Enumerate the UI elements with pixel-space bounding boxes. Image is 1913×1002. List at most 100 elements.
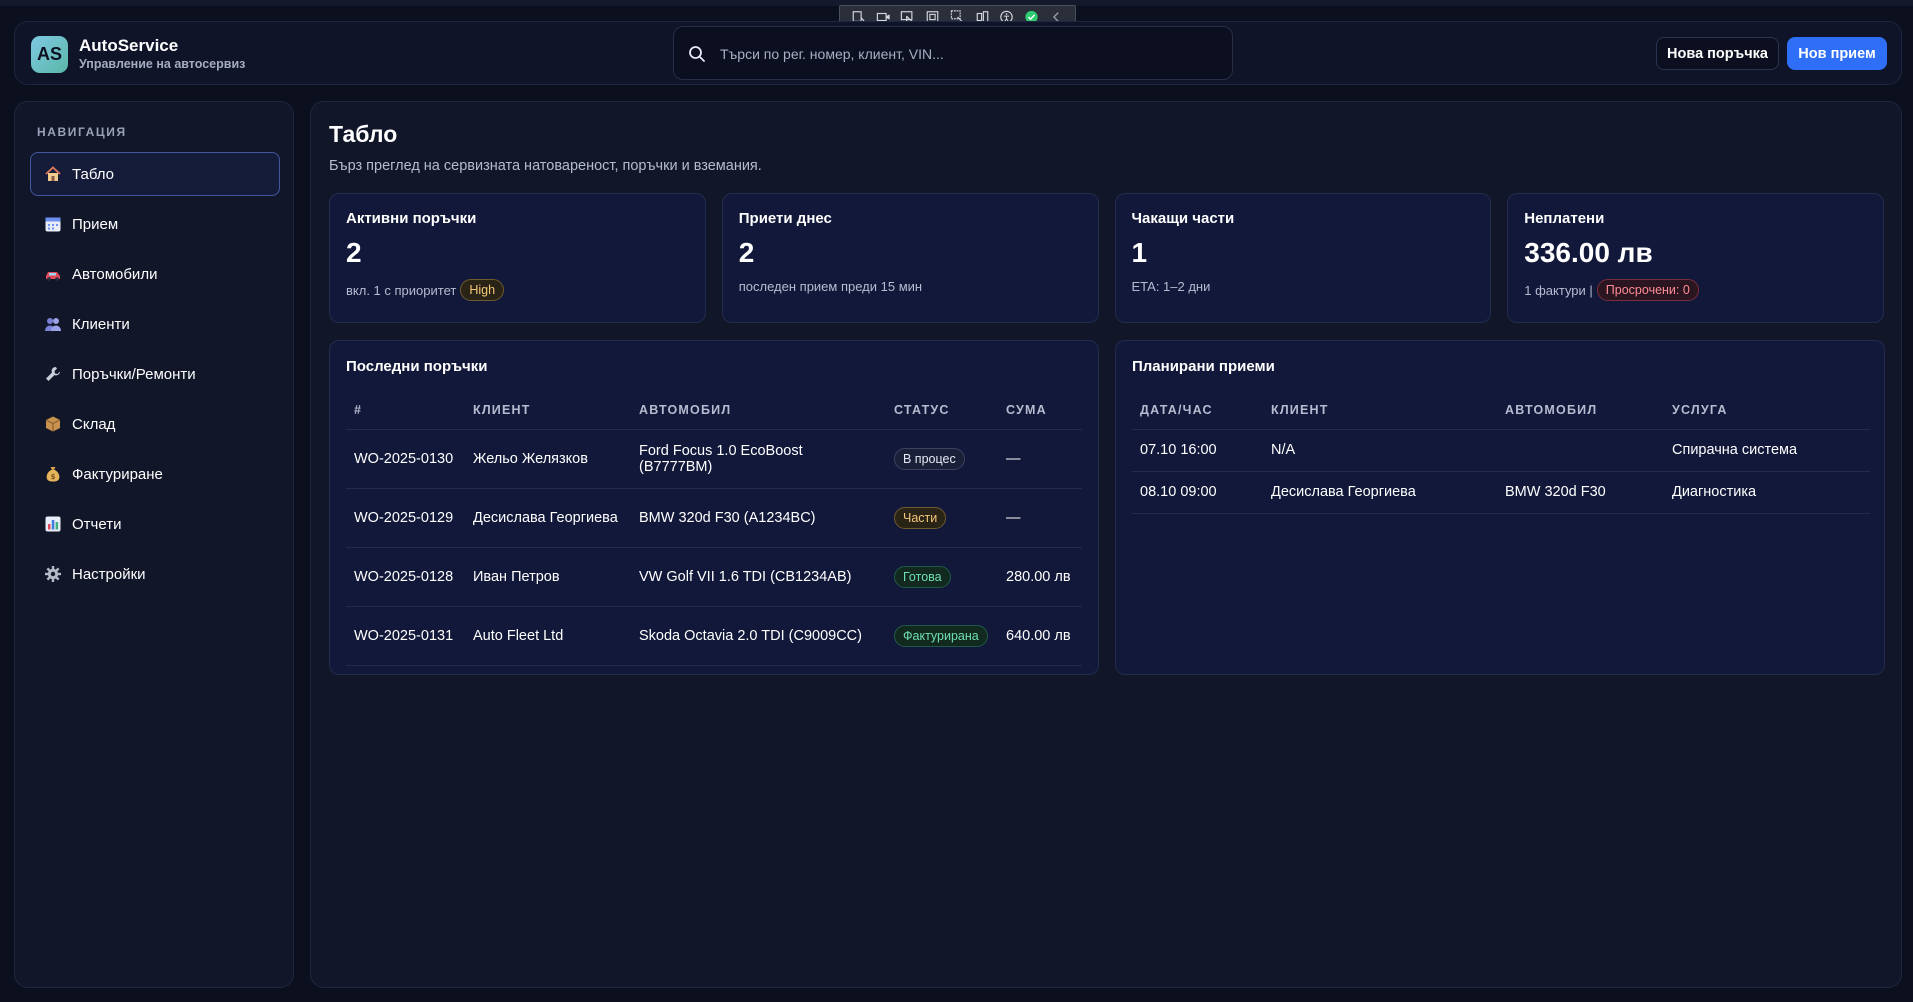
table-row[interactable]: 07.10 16:00 N/A Спирачна система xyxy=(1132,429,1870,472)
order-client: Жельо Желязков xyxy=(465,429,631,489)
order-id: WO-2025-0131 xyxy=(346,606,465,666)
order-id: WO-2025-0130 xyxy=(346,429,465,489)
stat-card-waiting-parts: Чакащи части 1 ETA: 1–2 дни xyxy=(1114,193,1492,323)
calendar-icon xyxy=(44,215,62,233)
search-input[interactable] xyxy=(720,39,1210,69)
search-icon xyxy=(689,46,705,62)
card-subtext: последен прием преди 15 мин xyxy=(739,279,1082,294)
order-id: WO-2025-0128 xyxy=(346,547,465,607)
table-row[interactable]: 08.10 09:00 Десислава Георгиева BMW 320d… xyxy=(1132,471,1870,514)
package-icon xyxy=(44,415,62,433)
order-car: BMW 320d F30 (A1234BC) xyxy=(631,488,886,548)
card-sub-text: 1 фактури | xyxy=(1524,282,1593,298)
new-order-button[interactable]: Нова поръчка xyxy=(1656,37,1779,70)
house-icon xyxy=(44,165,62,183)
intake-datetime: 07.10 16:00 xyxy=(1132,429,1263,472)
gear-icon xyxy=(44,565,62,583)
table-row[interactable]: WO-2025-0131 Auto Fleet Ltd Skoda Octavi… xyxy=(346,606,1082,666)
sidebar-item-warehouse[interactable]: Склад xyxy=(30,402,280,446)
order-client: Иван Петров xyxy=(465,547,631,607)
sidebar-item-clients[interactable]: Клиенти xyxy=(30,302,280,346)
sidebar-item-label: Прием xyxy=(72,215,119,233)
column-header: КЛИЕНТ xyxy=(465,391,631,430)
stat-card-unpaid: Неплатени 336.00 лв 1 фактури | Просроче… xyxy=(1507,193,1884,323)
order-client: Десислава Георгиева xyxy=(465,488,631,548)
sidebar-item-label: Отчети xyxy=(72,515,122,533)
svg-text:$: $ xyxy=(51,473,56,481)
panel-title: Последни поръчки xyxy=(346,358,488,375)
sidebar-item-intake[interactable]: Прием xyxy=(30,202,280,246)
column-header: СУМА xyxy=(998,391,1082,430)
order-car: Ford Focus 1.0 EcoBoost (B7777BM) xyxy=(631,429,886,489)
table-header-row: # КЛИЕНТ АВТОМОБИЛ СТАТУС СУМА xyxy=(346,391,1082,430)
brand-subtitle: Управление на автосервиз xyxy=(79,57,246,71)
sidebar-item-dashboard[interactable]: Табло xyxy=(30,152,280,196)
sidebar-item-label: Автомобили xyxy=(72,265,158,283)
card-value: 2 xyxy=(346,237,362,268)
overdue-badge: Просрочени: 0 xyxy=(1596,279,1699,301)
sidebar-item-label: Табло xyxy=(72,165,115,183)
card-title: Неплатени xyxy=(1524,210,1605,227)
column-header: # xyxy=(346,391,465,430)
recent-orders-panel: Последни поръчки # КЛИЕНТ АВТОМОБИЛ СТАТ… xyxy=(329,340,1099,675)
main-content: Табло Бърз преглед на сервизната натовар… xyxy=(310,101,1902,988)
order-status-cell: Части xyxy=(886,488,998,548)
app-header: AS AutoService Управление на автосервиз … xyxy=(14,21,1902,85)
wrench-icon xyxy=(44,365,62,383)
card-subtext: 1 фактури | Просрочени: 0 xyxy=(1524,279,1867,301)
search-box[interactable] xyxy=(673,26,1233,80)
column-header: АВТОМОБИЛ xyxy=(1497,391,1664,430)
intake-car xyxy=(1497,429,1664,472)
order-amount: — xyxy=(998,429,1082,489)
status-badge: Фактурирана xyxy=(894,624,988,647)
brand-title: AutoService xyxy=(79,36,179,55)
stat-card-active-orders: Активни поръчки 2 вкл. 1 с приоритет Hig… xyxy=(329,193,706,323)
planned-intakes-table: ДАТА/ЧАС КЛИЕНТ АВТОМОБИЛ УСЛУГА 07.10 1… xyxy=(1132,391,1870,514)
status-badge: Части xyxy=(894,506,947,529)
card-subtext: ETA: 1–2 дни xyxy=(1132,279,1475,294)
intake-datetime: 08.10 09:00 xyxy=(1132,471,1263,514)
order-car: VW Golf VII 1.6 TDI (CB1234AB) xyxy=(631,547,886,607)
sidebar-item-cars[interactable]: Автомобили xyxy=(30,252,280,296)
intake-service: Спирачна система xyxy=(1664,429,1870,472)
column-header: КЛИЕНТ xyxy=(1263,391,1497,430)
priority-badge: High xyxy=(460,279,505,301)
order-status-cell: Фактурирана xyxy=(886,606,998,666)
panel-title: Планирани приеми xyxy=(1132,358,1275,375)
column-header: УСЛУГА xyxy=(1664,391,1870,430)
order-status-cell: В процес xyxy=(886,429,998,489)
order-amount: 640.00 лв xyxy=(998,606,1082,666)
card-value: 1 xyxy=(1131,237,1148,268)
planned-intakes-panel: Планирани приеми ДАТА/ЧАС КЛИЕНТ АВТОМОБ… xyxy=(1115,340,1885,675)
order-status-cell: Готова xyxy=(886,547,998,607)
card-sub-text: вкл. 1 с приоритет xyxy=(346,282,457,298)
card-sub-text: последен прием преди 15 мин xyxy=(738,279,923,294)
card-sub-text: ETA: 1–2 дни xyxy=(1131,279,1211,294)
sidebar-item-settings[interactable]: Настройки xyxy=(30,552,280,596)
money-bag-icon: $ xyxy=(44,465,62,483)
intake-client: N/A xyxy=(1263,429,1497,472)
recent-orders-table: # КЛИЕНТ АВТОМОБИЛ СТАТУС СУМА WO-2025-0… xyxy=(346,391,1082,666)
table-row[interactable]: WO-2025-0130 Жельо Желязков Ford Focus 1… xyxy=(346,429,1082,489)
column-header: АВТОМОБИЛ xyxy=(631,391,886,430)
nav-list: Табло Прием Автомобили Клиенти Поръчки/Р… xyxy=(30,152,280,602)
status-badge: В процес xyxy=(894,447,965,470)
table-header-row: ДАТА/ЧАС КЛИЕНТ АВТОМОБИЛ УСЛУГА xyxy=(1132,391,1870,430)
order-id: WO-2025-0129 xyxy=(346,488,465,548)
sidebar-item-orders[interactable]: Поръчки/Ремонти xyxy=(30,352,280,396)
column-header: ДАТА/ЧАС xyxy=(1132,391,1263,430)
table-row[interactable]: WO-2025-0128 Иван Петров VW Golf VII 1.6… xyxy=(346,547,1082,607)
table-row[interactable]: WO-2025-0129 Десислава Георгиева BMW 320… xyxy=(346,488,1082,548)
sidebar-item-label: Фактуриране xyxy=(72,465,163,483)
sidebar-item-invoicing[interactable]: $ Фактуриране xyxy=(30,452,280,496)
sidebar: НАВИГАЦИЯ Табло Прием Автомобили Клиенти… xyxy=(14,101,294,988)
nav-heading: НАВИГАЦИЯ xyxy=(37,125,127,139)
app-logo: AS xyxy=(31,36,68,73)
card-title: Приети днес xyxy=(738,210,832,227)
new-intake-button[interactable]: Нов прием xyxy=(1787,37,1887,70)
order-client: Auto Fleet Ltd xyxy=(465,606,631,666)
intake-car: BMW 320d F30 xyxy=(1497,471,1664,514)
sidebar-item-reports[interactable]: Отчети xyxy=(30,502,280,546)
card-title: Чакащи части xyxy=(1131,210,1235,227)
stat-cards: Активни поръчки 2 вкл. 1 с приоритет Hig… xyxy=(329,193,1884,323)
